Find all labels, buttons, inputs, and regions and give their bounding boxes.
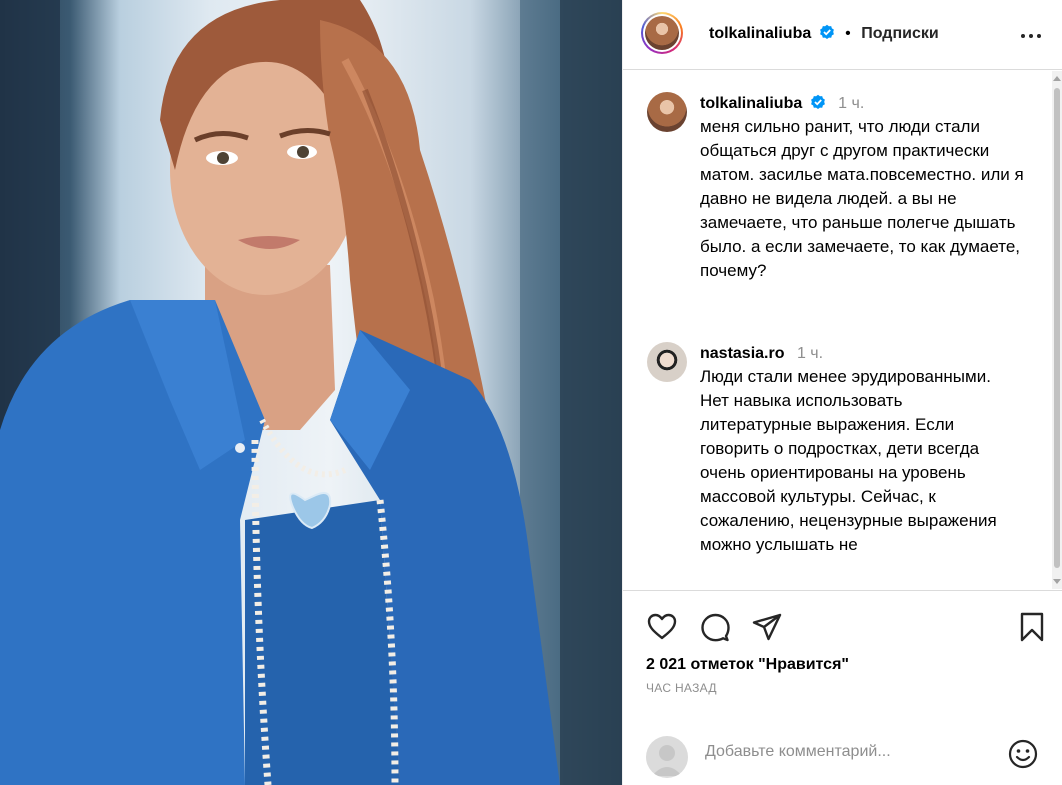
scrollbar-thumb[interactable]	[1054, 88, 1060, 568]
current-user-avatar	[646, 736, 688, 778]
header-separator: •	[845, 25, 851, 42]
bookmark-icon[interactable]	[1016, 611, 1048, 643]
posted-time[interactable]: ЧАС НАЗАД	[646, 681, 717, 695]
scroll-down-arrow[interactable]	[1053, 579, 1061, 584]
add-comment-input[interactable]	[705, 740, 995, 764]
caption-time[interactable]: 1 ч.	[838, 95, 864, 112]
post-actions: 2 021 отметок "Нравится" ЧАС НАЗАД	[623, 590, 1062, 785]
caption-block: tolkalinaliuba 1 ч. меня сильно ранит, ч…	[700, 94, 1040, 283]
post-photo[interactable]	[0, 0, 622, 785]
more-options-icon[interactable]	[1019, 24, 1043, 48]
caption-text: меня сильно ранит, что люди стали общать…	[700, 117, 1024, 280]
post-header: tolkalinaliuba • Подписки	[623, 0, 1062, 70]
comment-text: Люди стали менее эрудированными. Нет нав…	[700, 367, 997, 554]
comment-block: nastasia.ro 1 ч. Люди стали менее эрудир…	[700, 345, 1000, 557]
comment-time[interactable]: 1 ч.	[797, 345, 823, 362]
emoji-smile-icon[interactable]	[1007, 738, 1039, 770]
paper-plane-icon[interactable]	[751, 611, 783, 643]
comments-scrollbar[interactable]	[1052, 71, 1062, 589]
caption-avatar[interactable]	[647, 92, 687, 132]
owner-avatar[interactable]	[645, 16, 679, 50]
verified-badge-icon	[810, 94, 825, 109]
comment-username[interactable]: nastasia.ro	[700, 345, 784, 362]
scroll-up-arrow[interactable]	[1053, 76, 1061, 81]
add-comment-bar	[623, 721, 1062, 785]
portrait-illustration	[0, 0, 622, 785]
heart-icon[interactable]	[646, 611, 678, 643]
header-user-line: tolkalinaliuba • Подписки	[709, 24, 939, 43]
caption-username[interactable]: tolkalinaliuba	[700, 95, 802, 112]
default-user-icon	[652, 745, 682, 776]
post-side-panel: tolkalinaliuba • Подписки tolkalinaliuba…	[622, 0, 1062, 785]
likes-count[interactable]: 2 021 отметок "Нравится"	[646, 656, 849, 674]
verified-badge-icon	[819, 24, 834, 39]
comments-list[interactable]: tolkalinaliuba 1 ч. меня сильно ранит, ч…	[623, 71, 1062, 589]
commenter-avatar[interactable]	[647, 342, 687, 382]
following-button[interactable]: Подписки	[861, 25, 938, 42]
comment-bubble-icon[interactable]	[699, 611, 731, 643]
header-username[interactable]: tolkalinaliuba	[709, 25, 811, 42]
